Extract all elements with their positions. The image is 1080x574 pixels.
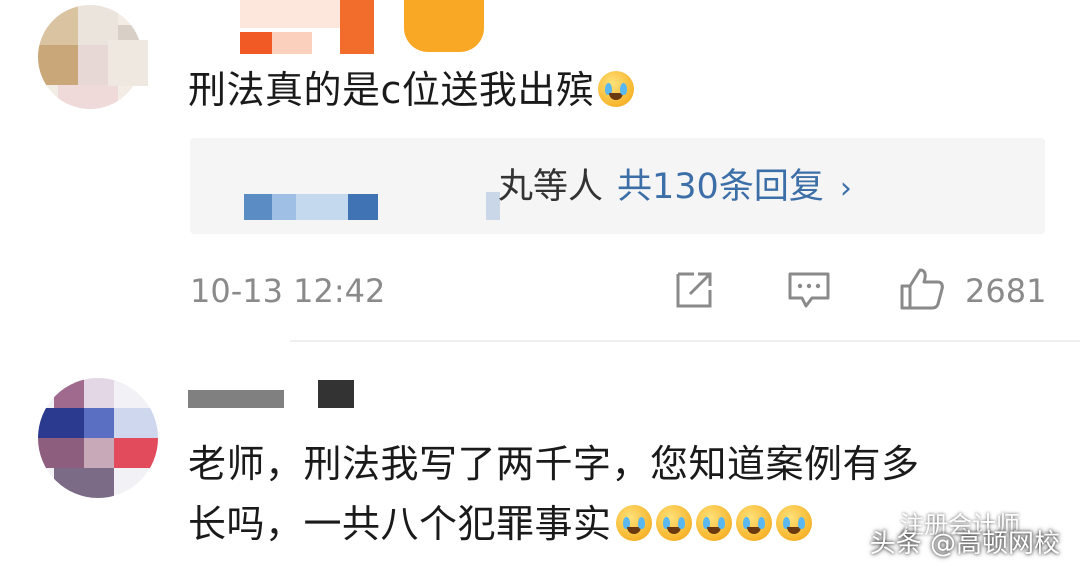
like-count: 2681 [965, 272, 1047, 310]
comment-text-line-1: 老师，刑法我写了两千字，您知道案例有多 [188, 442, 920, 486]
avatar-mosaic [84, 378, 114, 408]
avatar-mosaic [114, 408, 158, 438]
name-mosaic [272, 32, 312, 54]
comment-text-line-2: 长吗，一共八个犯罪事实 [188, 496, 812, 552]
username-blurred[interactable] [188, 380, 378, 410]
comment-text: 刑法真的是c位送我出殡 [188, 62, 635, 118]
laughing-crying-emoji-icon [735, 504, 772, 541]
laughing-crying-emoji-icon [615, 504, 652, 541]
comment-text-content: 刑法真的是c位送我出殡 [188, 68, 595, 112]
reply-summary[interactable]: 丸等人 共130条回复 › [498, 162, 852, 214]
replier-name-blurred [244, 194, 378, 220]
name-mosaic [404, 0, 484, 52]
username-blurred[interactable] [240, 0, 490, 60]
avatar-mosaic [84, 408, 114, 438]
like-icon[interactable] [898, 266, 946, 312]
avatar-mosaic [38, 408, 84, 438]
avatar-mosaic [54, 468, 114, 498]
avatar-mosaic [58, 85, 118, 109]
avatar-mosaic [38, 438, 84, 468]
laughing-crying-emoji-icon [695, 504, 732, 541]
divider [290, 340, 1080, 342]
comment-icon[interactable] [786, 270, 832, 312]
avatar-mosaic [108, 40, 148, 86]
comment-text-content: 长吗，一共八个犯罪事实 [188, 502, 612, 546]
avatar-mosaic [54, 378, 84, 408]
avatar-mosaic [38, 5, 78, 45]
laughing-crying-emoji-icon [655, 504, 692, 541]
name-mosaic [240, 0, 340, 28]
laughing-crying-emoji-icon [775, 504, 812, 541]
reply-names: 丸等人 [498, 167, 604, 207]
avatar[interactable] [38, 378, 158, 498]
share-icon[interactable] [672, 270, 716, 310]
crying-emoji-icon [598, 70, 635, 107]
avatar-mosaic [114, 438, 158, 468]
timestamp: 10-13 12:42 [190, 272, 386, 310]
emoji-row [612, 502, 812, 546]
name-mosaic [340, 0, 374, 54]
name-mosaic [240, 32, 272, 54]
avatar-mosaic [78, 5, 118, 45]
chevron-right-icon: › [839, 171, 852, 206]
reply-count-link[interactable]: 共130条回复 [617, 167, 824, 207]
avatar-mosaic [84, 438, 114, 468]
watermark-source: 头条 @高顿网校 [869, 529, 1060, 559]
avatar-mosaic [38, 45, 78, 85]
